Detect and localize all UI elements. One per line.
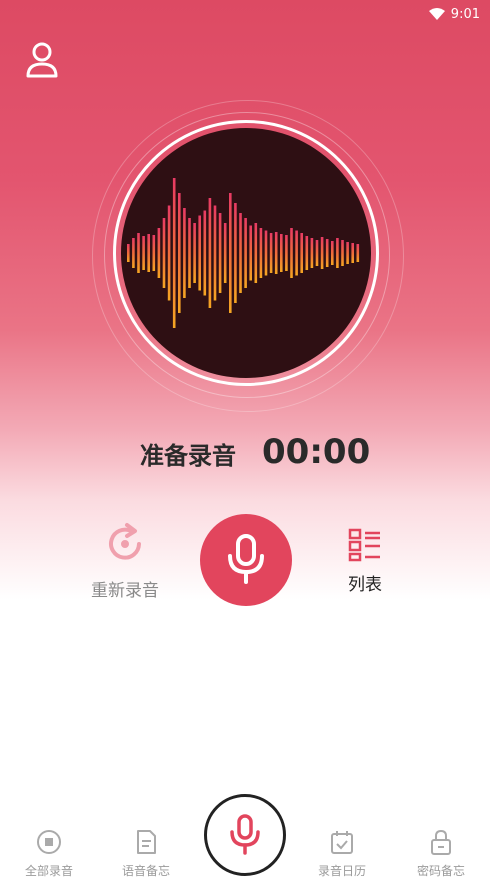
waveform-bar — [346, 242, 349, 264]
waveform-bar — [147, 234, 150, 272]
waveform-bar — [229, 193, 232, 313]
waveform-bar — [167, 205, 171, 301]
waveform-bar — [249, 225, 252, 281]
waveform-bar — [295, 230, 298, 276]
waveform-bar — [254, 223, 258, 283]
tab-voice-memo[interactable]: 语音备忘 — [106, 828, 186, 879]
waveform-bar — [356, 244, 360, 262]
waveform-bar — [132, 238, 135, 268]
list-label: 列表 — [348, 575, 382, 595]
waveform-bar — [264, 230, 268, 276]
status-time: 9:01 — [450, 6, 480, 22]
waveform-bar — [336, 238, 339, 268]
waveform-bar — [274, 232, 278, 274]
waveform-bar — [325, 239, 329, 267]
waveform-bar — [213, 205, 217, 301]
recording-timer: 00:00 — [262, 432, 371, 472]
waveform-bar — [234, 203, 237, 303]
recording-status-row: 准备录音 00:00 — [0, 432, 490, 482]
status-bar: 9:01 — [428, 4, 480, 24]
refresh-icon — [109, 523, 141, 560]
waveform-bar — [315, 240, 319, 266]
waveform-bar — [320, 237, 324, 269]
waveform-bar — [142, 236, 145, 270]
tab-recording-calendar[interactable]: 录音日历 — [302, 828, 382, 879]
waveform-bar — [162, 218, 166, 288]
waveform-bar — [223, 223, 227, 283]
list-icon — [348, 528, 380, 562]
record-dot-icon — [37, 830, 61, 854]
waveform-bar — [157, 228, 161, 278]
waveform-bar — [244, 218, 247, 288]
waveform-bar — [285, 235, 288, 271]
waveform-bar — [152, 235, 156, 271]
list-button[interactable]: 列表 — [330, 528, 400, 598]
waveform-bar — [178, 193, 181, 313]
waveform-bar — [127, 244, 130, 262]
audio-waveform — [127, 178, 360, 328]
waveform-bar — [341, 240, 344, 266]
calendar-icon — [331, 831, 353, 854]
tab-all-recordings[interactable]: 全部录音 — [9, 828, 89, 879]
note-icon — [137, 830, 156, 854]
tab-label: 语音备忘 — [121, 864, 170, 878]
tab-record-center[interactable] — [204, 794, 286, 876]
waveform-bar — [172, 178, 176, 328]
recording-status-label: 准备录音 — [140, 442, 236, 470]
re-record-label: 重新录音 — [91, 581, 159, 601]
waveform-bar — [300, 233, 303, 273]
waveform-bar — [208, 198, 212, 308]
lock-icon — [431, 829, 451, 855]
tab-password-memo[interactable]: 密码备忘 — [401, 828, 481, 879]
waveform-bar — [218, 213, 222, 293]
waveform-bar — [280, 234, 283, 272]
waveform-bar — [305, 236, 309, 270]
waveform-bar — [193, 223, 196, 283]
waveform-bar — [239, 213, 242, 293]
tab-label: 录音日历 — [317, 864, 366, 878]
re-record-button[interactable]: 重新录音 — [80, 522, 170, 602]
waveform-bar — [351, 243, 354, 263]
waveform-bar — [269, 233, 273, 273]
tab-label: 全部录音 — [24, 864, 73, 878]
waveform-disc — [121, 128, 371, 378]
microphone-icon — [228, 534, 264, 584]
waveform-bar — [259, 228, 263, 278]
user-profile-button[interactable] — [24, 40, 60, 80]
waveform-bar — [331, 241, 334, 265]
waveform-bar — [290, 228, 293, 278]
waveform-bar — [198, 215, 201, 291]
tab-label: 密码备忘 — [416, 864, 465, 878]
waveform-bar — [183, 208, 186, 298]
record-button[interactable] — [200, 514, 292, 606]
waveform-bar — [310, 238, 314, 268]
waveform-bar — [188, 218, 191, 288]
wifi-icon — [428, 8, 445, 20]
waveform-bar — [137, 233, 140, 273]
waveform-bar — [203, 210, 207, 296]
microphone-icon — [230, 814, 260, 855]
user-icon — [26, 42, 58, 78]
